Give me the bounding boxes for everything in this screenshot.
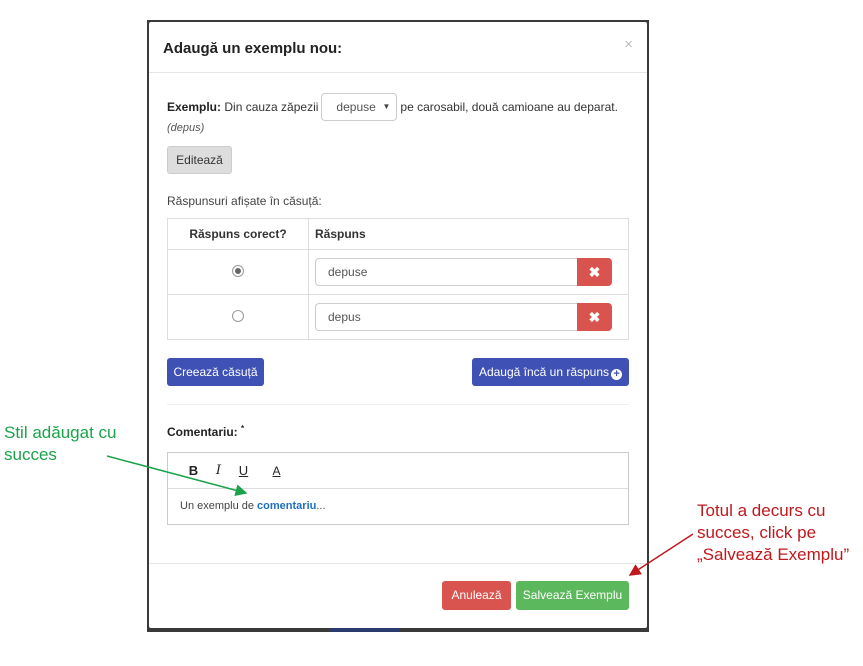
annotation-green-line: succes xyxy=(4,445,57,464)
delete-answer-button[interactable]: ✖ xyxy=(577,303,612,331)
section-divider xyxy=(167,404,629,405)
comment-text-before: Un exemplu de xyxy=(180,500,258,512)
column-header-answer: Răspuns xyxy=(308,218,629,250)
table-row: depus ✖ xyxy=(167,294,629,340)
create-box-button[interactable]: Creează căsuță xyxy=(167,358,264,386)
modal-footer-divider xyxy=(149,563,647,564)
annotation-style-added: Stil adăugat cu succes xyxy=(4,422,116,466)
correct-radio[interactable] xyxy=(232,309,244,322)
answer-select-value: depuse xyxy=(336,100,376,114)
comment-editor: B I U A Un exemplu de comentariu... xyxy=(167,452,629,525)
correct-cell xyxy=(167,249,309,295)
text-color-button[interactable]: A xyxy=(264,464,289,478)
annotation-red-line: „Salvează Exemplu” xyxy=(697,545,850,564)
comment-label-text: Comentariu: xyxy=(167,425,238,439)
add-example-modal: Adaugă un exemplu nou: × Exemplu: Din ca… xyxy=(149,22,647,628)
chevron-down-icon: ▼ xyxy=(382,102,391,111)
underline-button[interactable]: U xyxy=(231,463,256,478)
table-header-row: Răspuns corect? Răspuns xyxy=(167,218,629,250)
example-label: Exemplu: xyxy=(167,100,222,114)
edit-button[interactable]: Editează xyxy=(167,146,232,174)
example-text-after: pe carosabil, două camioane au deparat. xyxy=(400,100,618,114)
answer-input[interactable]: depus xyxy=(315,303,577,331)
example-text-before: Din cauza zăpezii xyxy=(224,100,319,114)
answer-input[interactable]: depuse xyxy=(315,258,577,286)
annotation-red-line: Totul a decurs cu xyxy=(697,501,826,520)
comment-label: Comentariu: * xyxy=(167,424,244,439)
add-answer-button[interactable]: Adaugă încă un răspuns + xyxy=(472,358,629,386)
answer-input-group: depuse ✖ xyxy=(309,258,628,286)
comment-text-bold: comentariu xyxy=(257,500,317,512)
cancel-button[interactable]: Anulează xyxy=(442,581,511,610)
bold-button[interactable]: B xyxy=(181,463,206,478)
table-row: depuse ✖ xyxy=(167,249,629,295)
delete-answer-button[interactable]: ✖ xyxy=(577,258,612,286)
answers-section-label: Răspunsuri afișate în căsuță: xyxy=(167,194,322,208)
column-header-correct: Răspuns corect? xyxy=(167,218,309,250)
add-answer-label: Adaugă încă un răspuns xyxy=(478,365,610,379)
example-sentence: Exemplu: Din cauza zăpezii depuse ▼ pe c… xyxy=(167,92,618,122)
plus-circle-icon: + xyxy=(611,369,623,380)
answer-input-group: depus ✖ xyxy=(309,303,628,331)
correct-radio[interactable] xyxy=(232,264,244,277)
comment-text-area[interactable]: Un exemplu de comentariu... xyxy=(168,489,628,523)
comment-text-after: ... xyxy=(316,500,326,512)
answer-cell: depus ✖ xyxy=(308,294,629,340)
editor-toolbar: B I U A xyxy=(168,453,628,489)
answer-cell: depuse ✖ xyxy=(308,249,629,295)
italic-button[interactable]: I xyxy=(206,463,231,478)
example-answer-hint: (depus) xyxy=(167,122,205,134)
correct-cell xyxy=(167,294,309,340)
modal-title: Adaugă un exemplu nou: xyxy=(163,40,343,57)
annotation-success: Totul a decurs cu succes, click pe „Salv… xyxy=(697,500,849,566)
required-mark: * xyxy=(241,424,245,433)
modal-header: Adaugă un exemplu nou: × xyxy=(149,22,647,73)
answer-select[interactable]: depuse ▼ xyxy=(321,93,398,121)
annotation-green-line: Stil adăugat cu xyxy=(4,423,117,442)
close-icon[interactable]: × xyxy=(624,36,633,53)
answers-table: Răspuns corect? Răspuns depuse ✖ depus ✖ xyxy=(167,218,629,340)
save-example-button[interactable]: Salvează Exemplu xyxy=(516,581,629,610)
annotation-red-line: succes, click pe xyxy=(697,523,817,542)
